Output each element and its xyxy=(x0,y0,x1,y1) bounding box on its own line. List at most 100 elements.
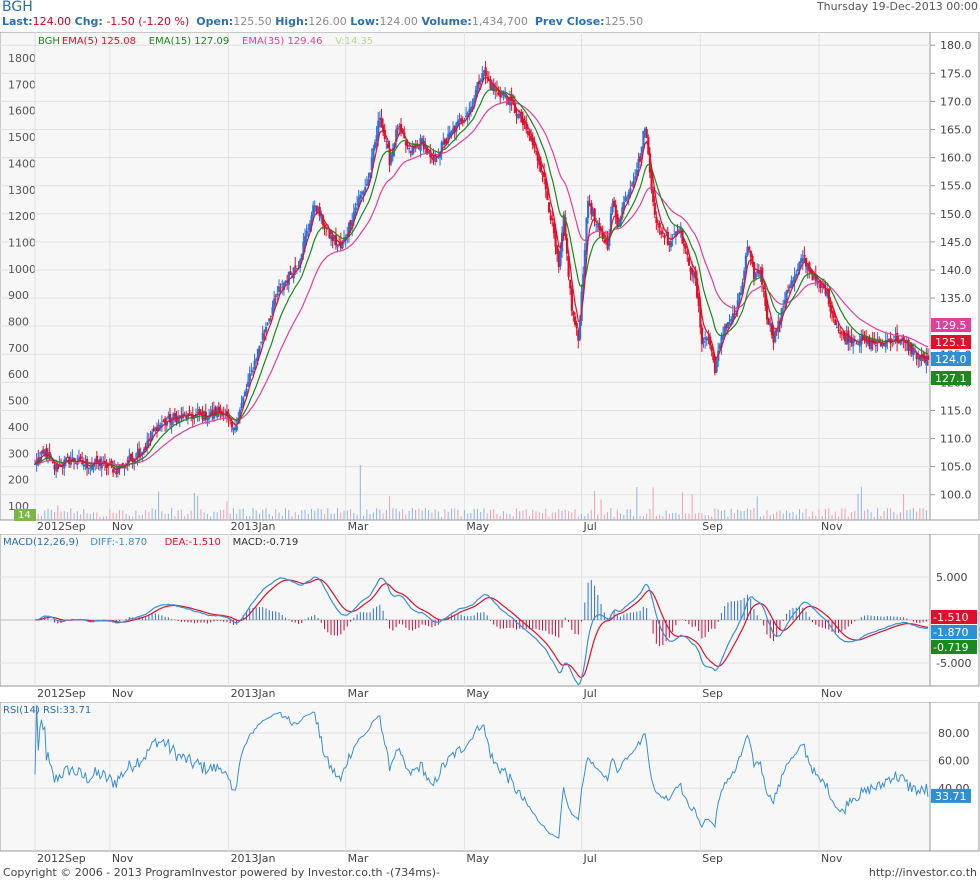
volume-bar xyxy=(509,514,511,520)
rsi-x-label: Jul xyxy=(583,852,597,865)
volume-badge-label: 14 xyxy=(18,510,31,521)
volume-bar xyxy=(717,509,719,520)
volume-bar xyxy=(782,513,784,520)
rsi-x-label: Nov xyxy=(112,852,134,865)
volume-bar xyxy=(789,512,791,520)
volume-bar xyxy=(714,508,716,520)
volume-bar xyxy=(626,509,628,520)
volume-bar xyxy=(184,515,186,520)
volume-bar xyxy=(711,516,713,520)
volume-bar xyxy=(359,465,361,520)
volume-bar xyxy=(756,496,758,520)
candle-body xyxy=(572,311,575,316)
candle-body xyxy=(76,462,79,465)
volume-bar xyxy=(785,510,787,520)
candle-body xyxy=(774,330,777,343)
candle-body xyxy=(401,129,404,133)
volume-bar xyxy=(255,510,257,520)
volume-bar xyxy=(652,487,654,520)
volume-bar xyxy=(818,509,820,520)
macd-x-label: Nov xyxy=(112,687,134,700)
volume-bar xyxy=(766,510,768,520)
high-label: High: xyxy=(275,15,309,28)
volume-bar xyxy=(119,510,121,520)
volume-bar xyxy=(405,514,407,520)
high-value: 126.00 xyxy=(308,15,347,28)
footer-link[interactable]: http://investor.co.th xyxy=(869,866,977,879)
volume-tick-label: 1100 xyxy=(8,236,36,249)
volume-bar xyxy=(672,513,674,520)
candle-body xyxy=(593,208,596,221)
candle-body xyxy=(289,271,292,275)
volume-bar xyxy=(659,514,661,520)
chart-window: { "header": { "symbol": "BGH", "date": "… xyxy=(0,0,980,882)
volume-bar xyxy=(815,515,817,520)
header: BGH Thursday 19-Dec-2013 00:00 Last:124.… xyxy=(0,0,980,32)
volume-bar xyxy=(389,496,391,520)
candle-body xyxy=(796,268,800,272)
volume-bar xyxy=(86,513,88,520)
macd-chart: 5.000 -5.000 2012Sep Nov 2013Jan Mar May Jul Sep… xyxy=(0,534,980,700)
volume-bar xyxy=(854,510,856,520)
price-tick-label: 145.0 xyxy=(940,236,972,249)
prev-close-label: Prev Close: xyxy=(534,15,605,28)
volume-bar xyxy=(831,514,833,520)
price-x-label: 2013Jan xyxy=(231,520,276,533)
volume-bar xyxy=(284,508,286,520)
volume-bar xyxy=(268,514,270,520)
volume-bar xyxy=(610,508,612,520)
price-tick-label: 110.0 xyxy=(940,433,972,446)
volume-bar xyxy=(724,509,726,520)
volume-bar xyxy=(795,514,797,520)
volume-bar xyxy=(320,509,322,520)
volume-bar xyxy=(415,509,417,520)
volume-bar xyxy=(193,493,195,520)
candle-body xyxy=(277,286,281,293)
volume-bar xyxy=(528,516,530,520)
chg-label: Chg: xyxy=(74,15,103,28)
volume-bar xyxy=(701,513,703,520)
volume-bar xyxy=(80,514,82,520)
candle-body xyxy=(364,187,367,191)
volume-bar xyxy=(333,513,335,520)
candle-body xyxy=(528,133,531,136)
volume-bar xyxy=(581,513,583,520)
volume-bar xyxy=(223,509,225,520)
candle-body xyxy=(359,194,362,199)
macd-x-label: Jul xyxy=(583,687,597,700)
macd-x-label: May xyxy=(466,687,489,700)
candle-body xyxy=(683,243,686,246)
candle-body xyxy=(484,67,487,77)
volume-tick-label: 500 xyxy=(8,395,29,408)
candle-body xyxy=(782,306,785,308)
candle-body xyxy=(279,283,282,285)
volume-bar xyxy=(463,510,465,520)
volume-bar xyxy=(278,512,280,520)
volume-bar xyxy=(177,510,179,520)
volume-bar xyxy=(759,516,761,520)
volume-bar xyxy=(304,509,306,520)
volume-tick-label: 1400 xyxy=(8,157,36,170)
volume-bar xyxy=(96,512,98,520)
price-panel: 180.0 175.0 170.0 165.0 160.0 155.0 150.0 145.0… xyxy=(0,32,980,534)
candle-body xyxy=(728,322,731,326)
candle-body xyxy=(748,246,751,251)
volume-bar xyxy=(623,514,625,520)
candle-body xyxy=(715,360,718,373)
volume-bar xyxy=(239,509,241,520)
volume-bar xyxy=(301,510,303,520)
price-tick-label: 155.0 xyxy=(940,180,972,193)
volume-bar xyxy=(821,516,823,520)
macd-tag-label: -0.719 xyxy=(933,641,968,654)
volume-bar xyxy=(649,509,651,520)
candle-body xyxy=(87,468,90,470)
volume-bar xyxy=(60,511,62,520)
volume-bar xyxy=(688,513,690,520)
volume-bar xyxy=(158,491,160,520)
candle-body xyxy=(595,224,598,226)
volume-bar xyxy=(154,509,156,520)
candle-body xyxy=(852,340,855,347)
volume-bar xyxy=(870,512,872,520)
volume-bar xyxy=(236,514,238,520)
volume-bar xyxy=(47,508,49,520)
